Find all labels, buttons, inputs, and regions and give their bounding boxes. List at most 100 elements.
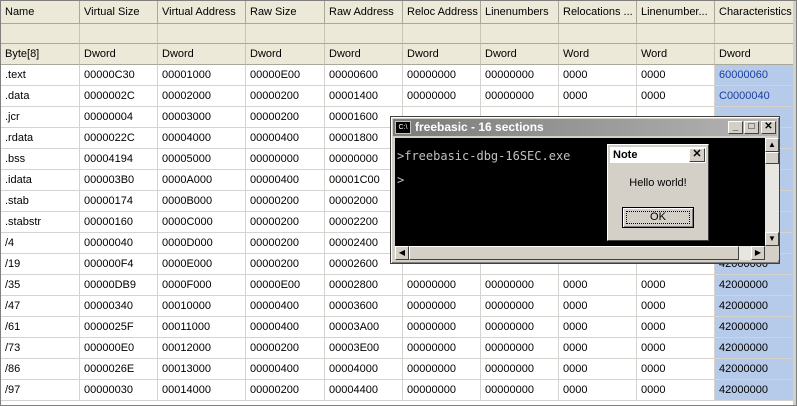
table-cell[interactable]: .data <box>1 86 80 107</box>
table-cell[interactable]: 0000 <box>559 317 637 338</box>
table-cell[interactable]: 00000400 <box>246 170 325 191</box>
table-cell[interactable]: 0000 <box>559 359 637 380</box>
table-row[interactable]: /73 000000E0 00012000 00000200 00003E00 00000… <box>1 338 796 359</box>
filter-cell[interactable] <box>715 24 796 44</box>
table-cell[interactable]: 0000 <box>637 86 715 107</box>
table-cell[interactable]: 00000200 <box>246 254 325 275</box>
table-cell[interactable]: 42000000 <box>715 359 796 380</box>
table-cell[interactable]: 00004000 <box>325 359 403 380</box>
table-cell[interactable]: 0000 <box>637 296 715 317</box>
table-cell[interactable]: 00004000 <box>158 128 246 149</box>
table-cell[interactable]: 00000600 <box>325 65 403 86</box>
table-cell[interactable]: 00000E00 <box>246 275 325 296</box>
table-cell[interactable]: /61 <box>1 317 80 338</box>
table-cell[interactable]: 0000 <box>559 380 637 401</box>
table-cell[interactable]: /86 <box>1 359 80 380</box>
table-cell[interactable]: 0000 <box>559 338 637 359</box>
table-cell[interactable]: 42000000 <box>715 317 796 338</box>
table-cell[interactable]: 00000400 <box>246 317 325 338</box>
table-cell[interactable]: 00000DB9 <box>80 275 158 296</box>
close-button[interactable]: ✕ <box>761 121 776 134</box>
table-cell[interactable]: 00000000 <box>481 86 559 107</box>
table-cell[interactable]: 00000000 <box>481 359 559 380</box>
table-cell[interactable]: 00005000 <box>158 149 246 170</box>
table-cell[interactable]: 00000000 <box>403 86 481 107</box>
table-cell[interactable]: 0000 <box>637 359 715 380</box>
table-cell[interactable]: .text <box>1 65 80 86</box>
table-cell[interactable]: C0000040 <box>715 86 796 107</box>
table-cell[interactable]: 60000060 <box>715 65 796 86</box>
table-cell[interactable]: 0000 <box>559 296 637 317</box>
table-cell[interactable]: 0000 <box>637 380 715 401</box>
table-cell[interactable]: 000000F4 <box>80 254 158 275</box>
table-cell[interactable]: 42000000 <box>715 296 796 317</box>
table-row[interactable]: .data 0000002C 00002000 00000200 00001400 000… <box>1 86 796 107</box>
table-cell[interactable]: 00000200 <box>246 191 325 212</box>
table-cell[interactable]: 00000000 <box>403 65 481 86</box>
table-cell[interactable]: 00000200 <box>246 86 325 107</box>
table-cell[interactable]: 00000000 <box>481 317 559 338</box>
table-cell[interactable]: 00000C30 <box>80 65 158 86</box>
table-cell[interactable]: 00000400 <box>246 296 325 317</box>
table-cell[interactable]: 00001400 <box>325 86 403 107</box>
table-cell[interactable]: 42000000 <box>715 380 796 401</box>
column-header[interactable]: Reloc Address <box>403 1 481 24</box>
table-cell[interactable]: 0000002C <box>80 86 158 107</box>
table-cell[interactable]: 0000F000 <box>158 275 246 296</box>
filter-cell[interactable] <box>559 24 637 44</box>
table-cell[interactable]: 00003E00 <box>325 338 403 359</box>
table-cell[interactable]: 00003A00 <box>325 317 403 338</box>
scroll-down-icon[interactable]: ▼ <box>765 232 779 246</box>
table-cell[interactable]: 0000A000 <box>158 170 246 191</box>
table-cell[interactable]: 00013000 <box>158 359 246 380</box>
scroll-right-icon[interactable]: ▶ <box>751 246 765 260</box>
table-cell[interactable]: 0000 <box>637 275 715 296</box>
table-cell[interactable]: .stab <box>1 191 80 212</box>
table-cell[interactable]: 00000200 <box>246 107 325 128</box>
filter-cell[interactable] <box>481 24 559 44</box>
table-cell[interactable]: 00000004 <box>80 107 158 128</box>
filter-cell[interactable] <box>1 24 80 44</box>
table-cell[interactable]: 00000000 <box>481 380 559 401</box>
table-cell[interactable]: 000003B0 <box>80 170 158 191</box>
table-cell[interactable]: 00000000 <box>403 359 481 380</box>
console-window[interactable]: C:\ freebasic - 16 sections _ □ ✕ >freeb… <box>390 116 780 264</box>
table-row[interactable]: /35 00000DB9 0000F000 00000E00 00002800 00000… <box>1 275 796 296</box>
vertical-scroll-thumb[interactable] <box>765 152 779 164</box>
table-cell[interactable]: /47 <box>1 296 80 317</box>
table-cell[interactable]: 00014000 <box>158 380 246 401</box>
filter-cell[interactable] <box>325 24 403 44</box>
table-cell[interactable]: 00003600 <box>325 296 403 317</box>
ok-button[interactable]: OK <box>622 207 694 228</box>
table-cell[interactable]: 0000 <box>637 317 715 338</box>
column-header[interactable]: Characteristics <box>715 1 796 24</box>
column-header[interactable]: Raw Size <box>246 1 325 24</box>
table-cell[interactable]: 00003000 <box>158 107 246 128</box>
table-cell[interactable]: 00000200 <box>246 380 325 401</box>
message-box-titlebar[interactable]: Note ✕ <box>610 147 706 163</box>
table-cell[interactable]: 00004400 <box>325 380 403 401</box>
table-cell[interactable]: 00004194 <box>80 149 158 170</box>
console-horizontal-scrollbar[interactable]: ◀ ▶ <box>395 246 765 260</box>
filter-cell[interactable] <box>80 24 158 44</box>
column-header[interactable]: Linenumbers <box>481 1 559 24</box>
table-cell[interactable]: 0000025F <box>80 317 158 338</box>
table-cell[interactable]: 0000022C <box>80 128 158 149</box>
table-cell[interactable]: 00000000 <box>246 149 325 170</box>
table-cell[interactable]: 00002800 <box>325 275 403 296</box>
table-row[interactable]: /86 0000026E 00013000 00000400 00004000 00000… <box>1 359 796 380</box>
table-cell[interactable]: .bss <box>1 149 80 170</box>
filter-cell[interactable] <box>637 24 715 44</box>
table-cell[interactable]: 00000000 <box>481 338 559 359</box>
console-output[interactable]: >freebasic-dbg-16SEC.exe > <box>395 138 765 246</box>
column-header[interactable]: Name <box>1 1 80 24</box>
table-cell[interactable]: 00000000 <box>403 296 481 317</box>
table-cell[interactable]: 42000000 <box>715 338 796 359</box>
table-cell[interactable]: 00000000 <box>481 275 559 296</box>
table-cell[interactable]: 00000400 <box>246 359 325 380</box>
table-cell[interactable]: 0000 <box>637 65 715 86</box>
table-cell[interactable]: 00000000 <box>481 296 559 317</box>
table-cell[interactable]: 00000000 <box>481 65 559 86</box>
table-cell[interactable]: .rdata <box>1 128 80 149</box>
table-cell[interactable]: 00000200 <box>246 212 325 233</box>
